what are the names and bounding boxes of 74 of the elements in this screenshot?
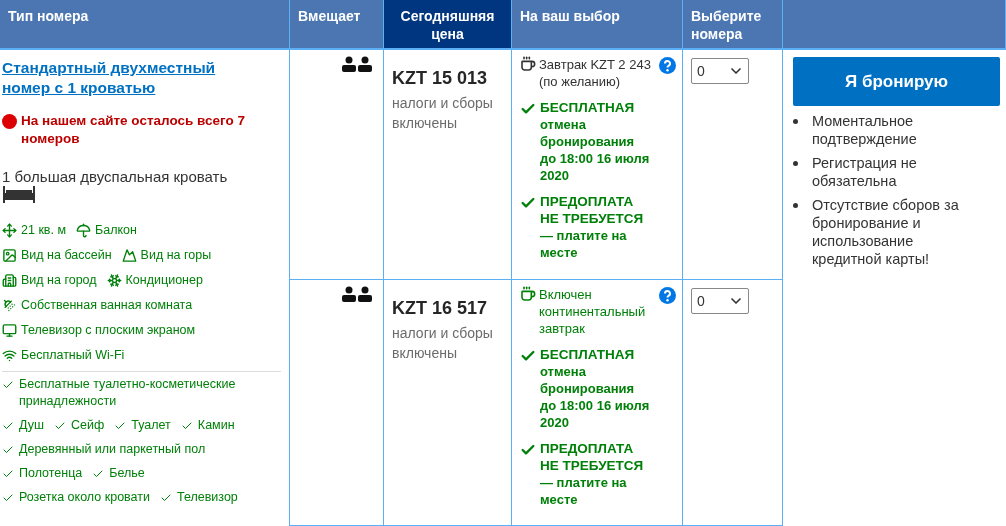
tv-icon	[2, 322, 17, 338]
column-title: Сегодняшняя цена	[400, 8, 495, 42]
column-title: Тип номера	[8, 8, 89, 24]
mountain-icon	[121, 247, 137, 263]
facility-label: Кондиционер	[125, 272, 203, 289]
alert-dot-icon	[2, 114, 17, 129]
check-icon	[180, 420, 193, 432]
facility-label: 21 кв. м	[21, 222, 67, 239]
facility-label: Собственная ванная комната	[21, 297, 193, 314]
facility-label: Вид на город	[21, 272, 97, 289]
quantity-select[interactable]: 0	[691, 58, 749, 84]
check-icon	[92, 468, 105, 480]
price: KZT 16 517	[392, 297, 489, 319]
column-title: На ваш выбор	[520, 8, 620, 24]
amenity-label: Телевизор	[177, 489, 238, 506]
condition-detail: — платите на месте	[540, 227, 628, 261]
meal-info: Завтрак KZT 2 243 (по желанию)	[539, 56, 652, 90]
amenity-label: Сейф	[71, 417, 105, 434]
help-icon[interactable]	[659, 286, 676, 304]
availability-warning: На нашем сайте осталось всего 7 номеров	[21, 112, 246, 148]
quantity-select[interactable]: 0	[691, 287, 749, 314]
benefit-text: Отсутствие сборов за бронирование и использование кредитной карты!	[812, 196, 960, 268]
check-icon	[54, 420, 67, 432]
bullet-icon	[793, 203, 798, 208]
wifi-icon	[2, 347, 17, 363]
condition-detail: отмена бронирования до 18:00 16 июля 2020	[540, 362, 651, 431]
condition-detail: — платите на месте	[540, 473, 628, 508]
taxes-note: налоги и сборы включены	[392, 323, 494, 363]
amenity-label: Полотенца	[19, 465, 83, 482]
condition-title: ПРЕДОПЛАТА НЕ ТРЕБУЕТСЯ	[540, 193, 645, 227]
column-title: Выберите номера	[691, 8, 762, 42]
bullet-icon	[793, 161, 798, 166]
help-icon[interactable]	[659, 57, 676, 74]
facility-label: Вид на бассейн	[21, 247, 112, 264]
check-icon	[2, 468, 14, 480]
two-persons-icon	[341, 56, 373, 72]
book-button[interactable]: Я бронирую	[793, 57, 1000, 106]
amenity-label: Деревянный или паркетный пол	[19, 441, 206, 458]
price: KZT 15 013	[392, 68, 489, 89]
facility-label: Вид на горы	[140, 247, 212, 264]
check-icon	[2, 492, 14, 504]
amenity-label: Белье	[109, 465, 145, 482]
bed-type: 1 большая двуспальная кровать	[2, 168, 229, 185]
benefit-text: Моментальное подтверждение	[812, 112, 918, 148]
amenity-label: Душ	[19, 417, 45, 434]
bed-icon	[2, 185, 36, 203]
meal-info: Включен континентальный завтрак	[539, 285, 647, 337]
facility-label: Телевизор с плоским экраном	[21, 322, 196, 339]
check-icon	[160, 492, 172, 504]
amenity-label: Бесплатные туалетно-косметические принадлежности	[19, 376, 237, 410]
check-icon	[2, 420, 14, 432]
amenity-label: Камин	[197, 417, 235, 434]
benefit-text: Регистрация не обязательна	[812, 154, 918, 190]
room-title-link[interactable]: Стандартный двухместный номер с 1 кроватью	[2, 58, 232, 98]
taxes-note: налоги и сборы включены	[392, 94, 494, 133]
condition-title: БЕСПЛАТНАЯ	[540, 345, 636, 363]
two-persons-icon	[341, 285, 373, 302]
check-icon	[2, 379, 14, 391]
umbrella-icon	[76, 222, 92, 238]
check-icon	[114, 420, 127, 432]
facility-label: Балкон	[95, 222, 137, 239]
condition-title: БЕСПЛАТНАЯ	[540, 99, 636, 116]
amenity-label: Розетка около кровати	[19, 489, 150, 506]
bullet-icon	[793, 119, 798, 124]
column-title: Вмещает	[298, 8, 361, 24]
check-icon	[2, 444, 14, 456]
condition-title: ПРЕДОПЛАТА НЕ ТРЕБУЕТСЯ	[540, 439, 645, 474]
condition-detail: отмена бронирования до 18:00 16 июля 2020	[540, 116, 651, 184]
facility-label: Бесплатный Wi-Fi	[21, 347, 125, 364]
snowflake-icon	[106, 272, 122, 288]
shower-icon	[2, 297, 17, 313]
amenity-label: Туалет	[131, 417, 171, 434]
image-icon	[2, 247, 17, 263]
building-icon	[2, 272, 17, 288]
